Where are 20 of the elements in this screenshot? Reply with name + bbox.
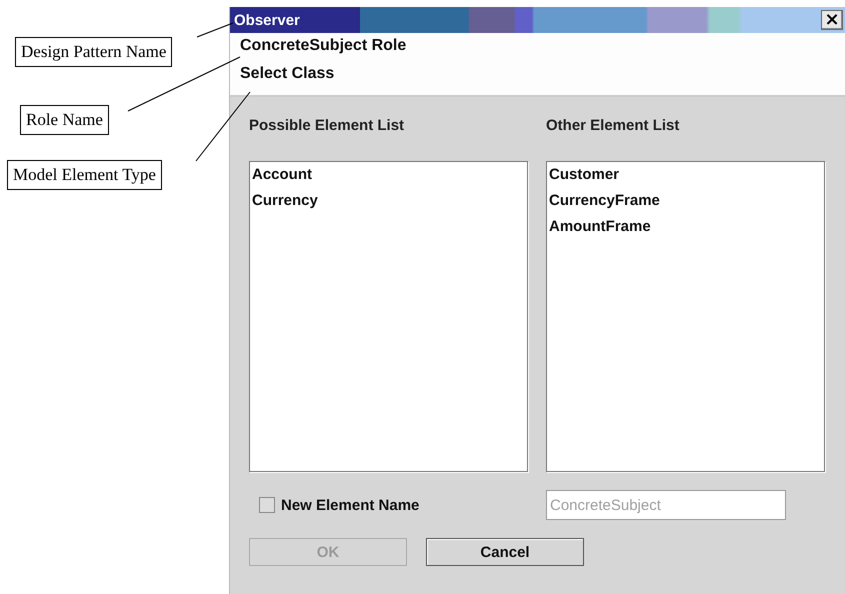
checkbox-label[interactable]: New Element Name (281, 496, 420, 514)
callout-label: Design Pattern Name (15, 37, 172, 67)
cancel-button[interactable]: Cancel (426, 538, 584, 566)
callout-label: Model Element Type (7, 160, 162, 190)
checkbox[interactable] (259, 497, 275, 513)
window-title: Observer (234, 12, 300, 28)
list-item[interactable]: Customer (549, 166, 822, 183)
leader-line (196, 22, 234, 38)
close-button[interactable]: × (821, 10, 843, 30)
element-list[interactable]: Customer CurrencyFrame AmountFrame (546, 161, 825, 472)
list-item[interactable]: Account (252, 166, 525, 183)
list-label: Possible Element List (249, 117, 406, 136)
callout-label: Role Name (20, 105, 109, 135)
role-name: ConcreteSubject Role (240, 37, 408, 55)
list-item[interactable]: AmountFrame (549, 218, 822, 235)
list-item[interactable]: Currency (252, 192, 525, 209)
element-list[interactable]: Account Currency (249, 161, 528, 472)
list-label: Other Element List (546, 117, 680, 136)
element-type: Select Class (240, 65, 336, 83)
list-item[interactable]: CurrencyFrame (549, 192, 822, 209)
